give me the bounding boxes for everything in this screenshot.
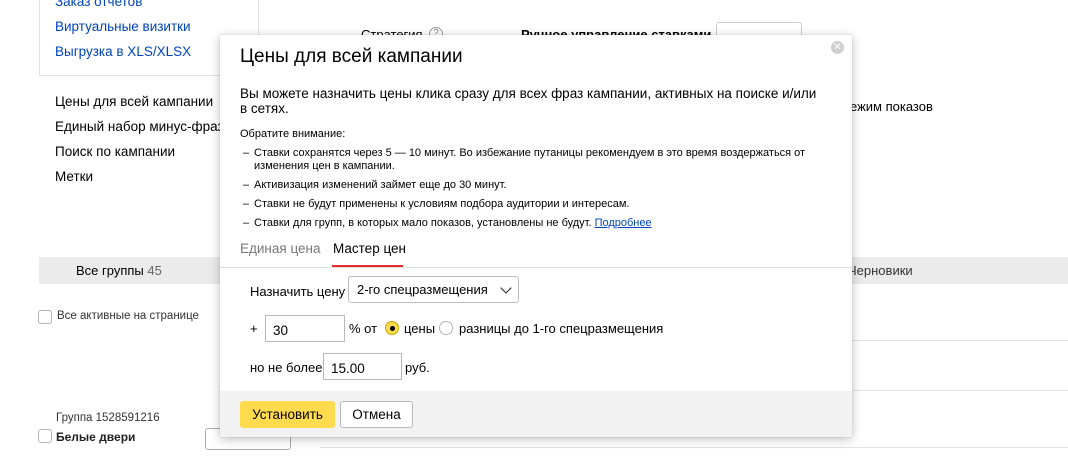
export-xls-link[interactable]: Выгрузка в XLS/XLSX bbox=[55, 44, 191, 59]
group-name[interactable]: Белые двери bbox=[56, 430, 135, 444]
dialog-footer: Установить Отмена bbox=[220, 391, 852, 437]
notice-text: Ставки для групп, в которых мало показов… bbox=[254, 217, 592, 229]
drafts-tab[interactable]: Черновики bbox=[848, 263, 913, 278]
close-icon[interactable]: ✕ bbox=[831, 41, 844, 54]
right-divider-1 bbox=[852, 340, 1068, 341]
notice-item: Ставки для групп, в которых мало показов… bbox=[240, 217, 830, 230]
more-info-link[interactable]: Подробнее bbox=[595, 217, 652, 229]
notice-item: Ставки не будут применены к условиям под… bbox=[240, 198, 830, 211]
percent-of-label: % от bbox=[349, 321, 378, 336]
assign-price-label: Назначить цену bbox=[250, 284, 346, 299]
notice-item: Ставки сохранятся через 5 — 10 минут. Во… bbox=[240, 147, 830, 173]
table-divider bbox=[320, 447, 1068, 448]
cancel-button[interactable]: Отмена bbox=[340, 401, 413, 428]
groups-count: 45 bbox=[147, 263, 162, 278]
tab-price-master[interactable]: Мастер цен bbox=[333, 241, 406, 256]
radio-difference-label[interactable]: разницы до 1-го спецразмещения bbox=[459, 321, 663, 336]
active-tab-underline bbox=[332, 265, 403, 267]
select-all-checkbox[interactable] bbox=[38, 310, 52, 324]
position-select[interactable]: 2-го спецразмещения bbox=[348, 276, 519, 303]
radio-price[interactable] bbox=[385, 321, 399, 335]
plus-sign: + bbox=[250, 321, 258, 336]
notice-list: Ставки сохранятся через 5 — 10 минут. Во… bbox=[240, 147, 830, 236]
max-price-label: но не более bbox=[250, 360, 323, 375]
radio-price-label[interactable]: цены bbox=[404, 321, 435, 336]
chevron-down-icon bbox=[500, 282, 512, 294]
dialog-description: Вы можете назначить цены клика сразу для… bbox=[240, 86, 817, 116]
order-reports-link[interactable]: Заказ отчетов bbox=[55, 0, 142, 9]
all-groups-tab[interactable]: Все группы 45 bbox=[76, 263, 162, 278]
tab-unified-price[interactable]: Единая цена bbox=[240, 241, 321, 256]
max-price-input[interactable] bbox=[323, 353, 402, 380]
group-id-label: Группа 1528591216 bbox=[56, 412, 160, 424]
percent-input[interactable] bbox=[265, 315, 345, 342]
apply-button[interactable]: Установить bbox=[240, 401, 335, 428]
all-groups-label: Все группы bbox=[76, 263, 144, 278]
currency-label: руб. bbox=[405, 360, 430, 375]
dialog-title: Цены для всей кампании bbox=[240, 46, 463, 67]
display-mode-text: ежим показов bbox=[850, 99, 933, 114]
notice-item: Активизация изменений займет еще до 30 м… bbox=[240, 179, 830, 192]
campaign-prices-dialog: ✕ Цены для всей кампании Вы можете назна… bbox=[220, 35, 852, 437]
notice-title: Обратите внимание: bbox=[240, 128, 346, 140]
notice-text: Ставки сохранятся через 5 — 10 минут. Во… bbox=[254, 147, 806, 172]
notice-text: Активизация изменений займет еще до 30 м… bbox=[254, 179, 507, 191]
price-mode-tabs: Единая цена Мастер цен bbox=[220, 238, 852, 268]
all-active-label: Все активные на странице bbox=[57, 310, 199, 322]
notice-text: Ставки не будут применены к условиям под… bbox=[254, 198, 630, 210]
sidebar-item-labels[interactable]: Метки bbox=[55, 169, 93, 184]
position-select-value: 2-го спецразмещения bbox=[357, 282, 488, 297]
sidebar-item-campaign-search[interactable]: Поиск по кампании bbox=[55, 144, 175, 159]
group-checkbox[interactable] bbox=[38, 429, 52, 443]
virtual-cards-link[interactable]: Виртуальные визитки bbox=[55, 19, 191, 34]
sidebar-item-campaign-prices[interactable]: Цены для всей кампании bbox=[55, 94, 213, 109]
sidebar-item-negative-keywords[interactable]: Единый набор минус-фраз bbox=[55, 119, 224, 134]
right-divider-2 bbox=[852, 390, 1068, 391]
radio-difference[interactable] bbox=[439, 321, 453, 335]
